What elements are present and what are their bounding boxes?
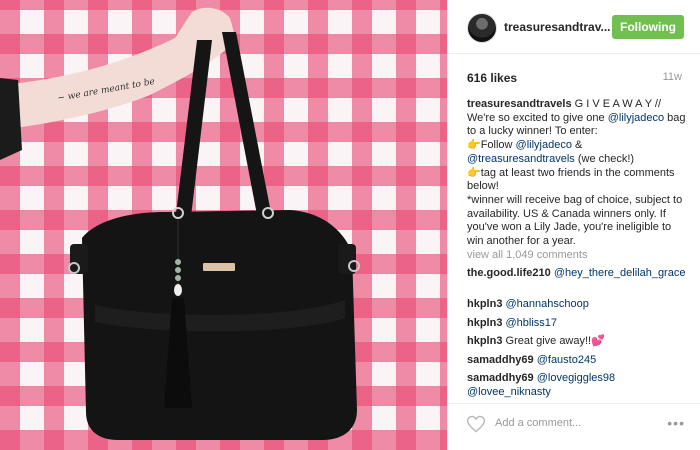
mention-link[interactable]: @lilyjadeco <box>608 112 664 124</box>
following-button[interactable]: Following <box>612 15 684 39</box>
comment-item: samaddhy69 @lovegiggles98 @lovee_niknast… <box>467 371 689 399</box>
bag-illustration: ~ we are meant to be <box>0 7 360 440</box>
caption-rules: *winner will receive bag of choice, subj… <box>467 193 683 248</box>
point-emoji: 👉 <box>467 166 481 179</box>
tassel-bead <box>175 275 181 281</box>
likes-count[interactable]: 616 likes <box>467 71 517 85</box>
more-options-icon[interactable]: ••• <box>667 415 685 431</box>
tassel-bead <box>175 267 181 273</box>
post-caption: treasuresandtravels G I V E A W A Y // W… <box>467 98 689 249</box>
comment-user[interactable]: hkpln3 <box>467 335 502 347</box>
comment-user[interactable]: hkpln3 <box>467 317 502 329</box>
mention-link[interactable]: @lovegiggles98 <box>537 372 615 384</box>
post-side-panel: treasuresandtrav... Following 616 likes … <box>447 0 700 450</box>
caption-text: tag at least two friends in the comments… <box>467 166 675 193</box>
caption-text: Follow <box>480 139 516 152</box>
comment-user[interactable]: hkpln3 <box>467 298 502 310</box>
mention-link[interactable]: @hey_there_delilah_grace <box>554 267 686 279</box>
point-emoji: 👉 <box>467 139 481 152</box>
tassel-bead <box>175 259 181 265</box>
instagram-post: ~ we are meant to be treasuresandtrav...… <box>0 0 700 450</box>
comment-user[interactable]: the.good.life210 <box>467 267 551 279</box>
comment-user[interactable]: samaddhy69 <box>467 372 534 384</box>
mention-link[interactable]: @fausto245 <box>537 354 597 366</box>
comment-item: samaddhy69 @fausto245 <box>467 353 689 367</box>
caption-text: (we check!) <box>574 152 635 165</box>
heart-icon[interactable] <box>466 414 486 434</box>
avatar[interactable] <box>467 13 497 43</box>
comment-item: hkpln3 @hannahschoop <box>467 297 689 311</box>
mention-link[interactable]: @lovee_niknasty <box>467 386 551 398</box>
comment-item: hkpln3 Great give away!!💕 <box>467 334 689 348</box>
hearts-emoji: 💕 <box>591 335 605 347</box>
post-age[interactable]: 11w <box>663 71 682 83</box>
comment-text: Great give away!! <box>505 335 592 347</box>
logo-plate <box>203 263 235 271</box>
mention-link[interactable]: @hbliss17 <box>506 317 558 329</box>
caption-text: & <box>571 139 583 152</box>
add-comment-input[interactable]: Add a comment... <box>495 417 581 429</box>
post-photo[interactable]: ~ we are meant to be <box>0 0 447 450</box>
caption-author[interactable]: treasuresandtravels <box>467 98 572 110</box>
comment-user[interactable]: samaddhy69 <box>467 354 534 366</box>
comment-item: the.good.life210 @hey_there_delilah_grac… <box>467 266 689 280</box>
bag-handle-right <box>222 32 272 220</box>
view-all-comments-link[interactable]: view all 1,049 comments <box>467 249 587 261</box>
comment-item: hkpln3 @hbliss17 <box>467 316 689 330</box>
side-strap-right <box>338 244 356 274</box>
post-footer: Add a comment... ••• <box>448 403 700 450</box>
author-username[interactable]: treasuresandtrav... <box>504 20 611 34</box>
post-header: treasuresandtrav... Following <box>448 0 700 54</box>
mention-link[interactable]: @treasuresandtravels <box>467 153 575 165</box>
tassel-charm <box>174 284 182 296</box>
mention-link[interactable]: @lilyjadeco <box>516 139 572 151</box>
mention-link[interactable]: @hannahschoop <box>506 298 589 310</box>
